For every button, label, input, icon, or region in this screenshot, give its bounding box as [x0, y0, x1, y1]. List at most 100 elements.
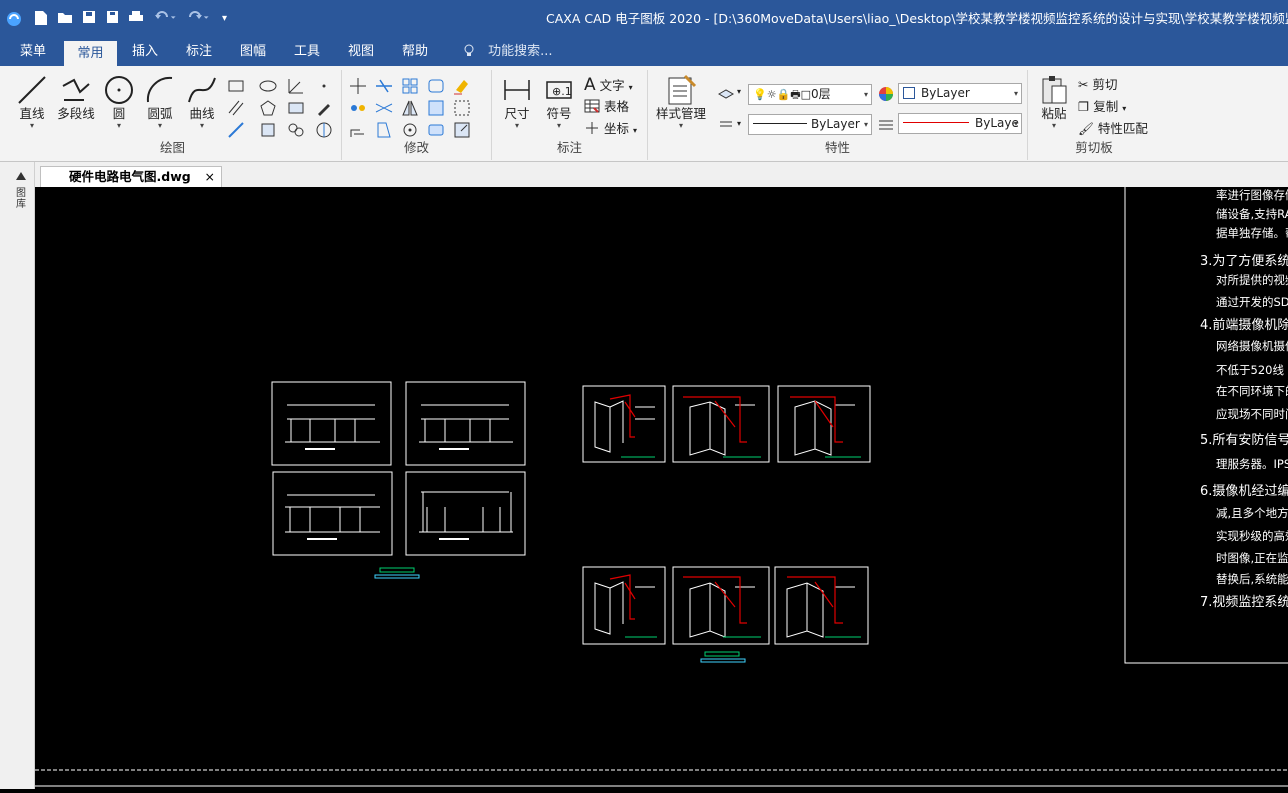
lineweight-icon[interactable] — [876, 114, 896, 134]
document-tab[interactable]: 硬件电路电气图.dwg × — [40, 166, 222, 187]
color-value: ByLayer — [921, 86, 970, 100]
tab-common[interactable]: 常用 — [64, 41, 117, 66]
drawing-note-line: 减,且多个地方对 — [1216, 506, 1288, 520]
cut-button[interactable]: ✂ 剪切 — [1078, 76, 1117, 94]
tab-sheet[interactable]: 图幅 — [230, 38, 276, 66]
hatch-icon[interactable] — [286, 98, 306, 118]
print-icon[interactable] — [128, 10, 144, 28]
angle-line-icon[interactable] — [286, 76, 306, 96]
linetype-preview — [753, 123, 807, 124]
app-logo-icon[interactable] — [6, 10, 22, 28]
drawing-sheet[interactable] — [672, 566, 770, 645]
panel-pin-icon[interactable] — [13, 168, 29, 184]
linetype-menu-caret[interactable]: ▾ — [737, 115, 741, 133]
scissors-icon: ✂ — [1078, 77, 1089, 92]
tab-tools[interactable]: 工具 — [284, 38, 330, 66]
lineweight-preview — [903, 122, 969, 123]
tab-insert[interactable]: 插入 — [122, 38, 168, 66]
drawing-note-line: 时图像,正在监控 — [1216, 551, 1288, 565]
lineweight-select[interactable]: ByLaye ▾ — [898, 113, 1022, 134]
red-wiring — [609, 394, 843, 624]
drawing-sheet[interactable] — [405, 471, 526, 556]
save-icon[interactable] — [82, 10, 96, 28]
copy-button[interactable]: ❐ 复制 ▾ — [1078, 98, 1126, 118]
trim-icon[interactable] — [374, 76, 394, 96]
polyline-button[interactable]: 多段线 — [54, 74, 98, 122]
pen-icon[interactable] — [314, 98, 334, 118]
drawing-note-line: 不低于520线 — [1216, 363, 1284, 377]
window-title: CAXA CAD 电子图板 2020 - [D:\360MoveData\Use… — [546, 11, 1288, 26]
erase-icon[interactable] — [452, 76, 472, 96]
extend-icon[interactable] — [374, 98, 394, 118]
drawing-sheet[interactable] — [271, 381, 392, 466]
drawing-note-line: 据单独存储。帮 — [1216, 226, 1288, 240]
point-icon[interactable] — [314, 76, 334, 96]
curve-button[interactable]: 曲线 ▾ — [184, 74, 220, 130]
feature-search[interactable]: 功能搜索... — [462, 38, 553, 66]
linetype-menu-icon[interactable] — [716, 114, 736, 134]
left-side-panel: 图库 — [0, 162, 35, 789]
match-properties-button[interactable]: 🖌 特性匹配 — [1078, 120, 1148, 138]
tab-help[interactable]: 帮助 — [392, 38, 438, 66]
brush-icon: 🖌 — [1078, 121, 1094, 136]
save-as-icon[interactable] — [105, 10, 120, 28]
layer-select[interactable]: 💡☼🔒🖶□0层 ▾ — [748, 84, 872, 105]
move-icon[interactable] — [348, 76, 368, 96]
undo-icon[interactable] — [154, 10, 178, 28]
new-file-icon[interactable] — [34, 10, 48, 28]
symbol-button[interactable]: ⊕.1 符号 ▾ — [540, 74, 578, 130]
open-file-icon[interactable] — [57, 10, 73, 28]
dimension-button[interactable]: 尺寸 ▾ — [498, 74, 536, 130]
rectangle-icon[interactable] — [226, 76, 246, 96]
drawing-note-line: 7.视频监控系统中 — [1200, 595, 1288, 610]
close-tab-icon[interactable]: × — [205, 167, 215, 187]
layer-state-icons: 💡☼🔒🖶□ — [753, 88, 812, 101]
style-manager-icon — [668, 74, 697, 105]
mirror-icon[interactable] — [400, 98, 420, 118]
linetype-select[interactable]: ByLayer ▾ — [748, 114, 872, 135]
drawing-notes: 率进行图像存储储设备,支持RA 据单独存储。帮 3.为了方便系统集对所提供的视频通过… — [1200, 188, 1288, 610]
arc-label: 圆弧 — [147, 106, 173, 121]
title-block-marks — [374, 456, 861, 663]
style-manager-button[interactable]: 样式管理 ▾ — [652, 74, 710, 130]
table-label: 表格 — [603, 99, 629, 114]
stretch-icon[interactable] — [426, 98, 446, 118]
drawing-sheet[interactable] — [405, 381, 526, 466]
text-button[interactable]: A 文字 ▾ — [584, 76, 633, 97]
copy-object-icon[interactable] — [348, 98, 368, 118]
fillet-icon[interactable] — [426, 76, 446, 96]
array-icon[interactable] — [400, 76, 420, 96]
layer-tools-caret[interactable]: ▾ — [737, 83, 741, 101]
table-button[interactable]: 表格 — [584, 98, 629, 116]
customize-quick-access-icon[interactable]: ▾ — [222, 10, 227, 28]
drawing-sheet[interactable] — [272, 471, 393, 556]
tab-annotate[interactable]: 标注 — [176, 38, 222, 66]
tab-view[interactable]: 视图 — [338, 38, 384, 66]
line-button[interactable]: 直线 ▾ — [14, 74, 50, 130]
drawing-canvas[interactable]: 率进行图像存储储设备,支持RA 据单独存储。帮 3.为了方便系统集对所提供的视频通过… — [35, 184, 1288, 789]
parallel-line-icon[interactable] — [226, 98, 246, 118]
cad-drawing: 率进行图像存储储设备,支持RA 据单独存储。帮 3.为了方便系统集对所提供的视频通过… — [35, 184, 1288, 787]
library-panel-tab[interactable]: 图库 — [12, 188, 30, 210]
group-draw: 直线 ▾ 多段线 圆 ▾ 圆弧 ▾ 曲线 ▾ 绘图 — [4, 70, 342, 160]
title-bar: ▾ CAXA CAD 电子图板 2020 - [D:\360MoveData\U… — [0, 0, 1288, 38]
explode-icon[interactable] — [452, 98, 472, 118]
paste-button[interactable]: 粘贴 ▾ — [1036, 74, 1072, 130]
color-swatch-icon — [903, 87, 915, 99]
drawing-note-line: 4.前端摄像机除电 — [1200, 317, 1288, 333]
drawing-note-line: 3.为了方便系统集 — [1200, 253, 1288, 269]
color-select[interactable]: ByLayer ▾ — [898, 83, 1022, 104]
drawing-sheet[interactable] — [774, 566, 869, 645]
polygon-icon[interactable] — [258, 98, 278, 118]
arc-button[interactable]: 圆弧 ▾ — [142, 74, 178, 130]
ellipse-icon[interactable] — [258, 76, 278, 96]
curve-label: 曲线 — [189, 106, 215, 121]
color-wheel-icon[interactable] — [876, 84, 896, 104]
circle-button[interactable]: 圆 ▾ — [102, 74, 136, 130]
tab-menu[interactable]: 菜单 — [10, 38, 56, 66]
redo-icon[interactable] — [187, 10, 211, 28]
cut-label: 剪切 — [1092, 77, 1118, 92]
layer-tools-icon[interactable] — [716, 82, 736, 102]
document-tab-name: 硬件电路电气图.dwg — [69, 169, 191, 184]
drawing-note-line: 5.所有安防信号经 — [1200, 432, 1288, 448]
